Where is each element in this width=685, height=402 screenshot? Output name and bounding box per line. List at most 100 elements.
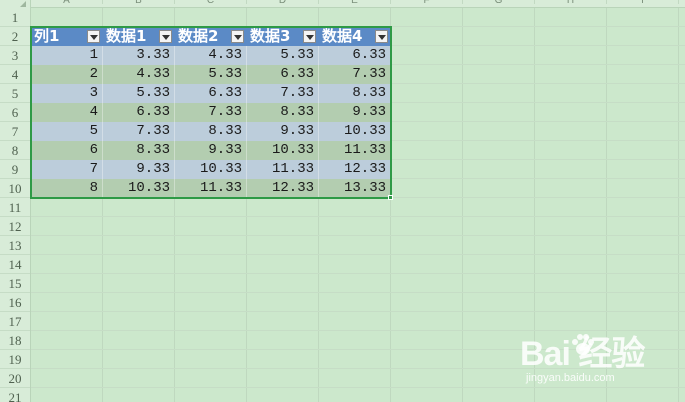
table-cell[interactable]: 5.33 [247,46,319,65]
grid-row-line [31,254,685,255]
data-table[interactable]: 列1 数据1 数据2 数据3 数据4 1 3.33 4.33 5.33 6.33 2 4.33 5.33… [31,27,391,198]
table-cell[interactable]: 5 [31,122,103,141]
column-header-i[interactable]: I [607,0,679,6]
table-cell[interactable]: 6.33 [319,46,391,65]
table-cell[interactable]: 10.33 [175,160,247,179]
table-row: 7 9.33 10.33 11.33 12.33 [31,160,391,179]
spreadsheet[interactable]: ABCDEFGHI 1 2 3 4 5 6 7 8 9 10 11 12 13 14 15 16 17 18 19 2… [0,0,685,402]
row-header-8[interactable]: 8 [0,141,30,160]
table-cell[interactable]: 4.33 [175,46,247,65]
table-row: 6 8.33 9.33 10.33 11.33 [31,141,391,160]
row-header-10[interactable]: 10 [0,179,30,198]
table-cell[interactable]: 9.33 [319,103,391,122]
row-header-21[interactable]: 21 [0,388,30,402]
column-header-h[interactable]: H [535,0,607,6]
table-row: 5 7.33 8.33 9.33 10.33 [31,122,391,141]
row-header-13[interactable]: 13 [0,236,30,255]
table-cell[interactable]: 11.33 [319,141,391,160]
row-header-19[interactable]: 19 [0,350,30,369]
row-header-11[interactable]: 11 [0,198,30,217]
table-cell[interactable]: 5.33 [103,84,175,103]
row-header-5[interactable]: 5 [0,84,30,103]
grid-row-line [31,311,685,312]
table-row: 8 10.33 11.33 12.33 13.33 [31,179,391,198]
grid-row-line [31,216,685,217]
column-header-d[interactable]: D [247,0,319,6]
table-cell[interactable]: 3 [31,84,103,103]
table-cell[interactable]: 1 [31,46,103,65]
table-row: 4 6.33 7.33 8.33 9.33 [31,103,391,122]
table-cell[interactable]: 9.33 [175,141,247,160]
row-header-14[interactable]: 14 [0,255,30,274]
baidu-jingyan-watermark: Bai 经验 jingyan.baidu.com [520,326,680,386]
table-row: 2 4.33 5.33 6.33 7.33 [31,65,391,84]
row-header-7[interactable]: 7 [0,122,30,141]
table-cell[interactable]: 2 [31,65,103,84]
table-cell[interactable]: 12.33 [319,160,391,179]
select-all-corner[interactable] [0,0,31,8]
table-cell[interactable]: 6.33 [103,103,175,122]
fill-handle[interactable] [388,195,393,200]
filter-dropdown-icon[interactable] [159,30,172,43]
filter-dropdown-icon[interactable] [87,30,100,43]
table-cell[interactable]: 11.33 [247,160,319,179]
table-row: 3 5.33 6.33 7.33 8.33 [31,84,391,103]
table-cell[interactable]: 12.33 [247,179,319,198]
row-header-20[interactable]: 20 [0,369,30,388]
filter-dropdown-icon[interactable] [231,30,244,43]
grid-row-line [31,273,685,274]
row-header-3[interactable]: 3 [0,46,30,65]
filter-dropdown-icon[interactable] [375,30,388,43]
paw-logo-icon [572,334,594,355]
grid-row-line [31,235,685,236]
filter-dropdown-icon[interactable] [303,30,316,43]
grid-row-line [31,387,685,388]
row-header-bar: 1 2 3 4 5 6 7 8 9 10 11 12 13 14 15 16 17 18 19 20 21 [0,8,31,402]
table-cell[interactable]: 4.33 [103,65,175,84]
table-cell[interactable]: 8.33 [319,84,391,103]
table-cell[interactable]: 7.33 [319,65,391,84]
row-header-18[interactable]: 18 [0,331,30,350]
select-all-triangle-icon[interactable] [20,1,26,7]
table-cell[interactable]: 13.33 [319,179,391,198]
row-header-15[interactable]: 15 [0,274,30,293]
grid-column-line [462,8,463,402]
table-cell[interactable]: 8.33 [247,103,319,122]
table-cell[interactable]: 6.33 [247,65,319,84]
table-cell[interactable]: 6 [31,141,103,160]
row-header-1[interactable]: 1 [0,8,30,27]
table-cell[interactable]: 10.33 [319,122,391,141]
column-header-c[interactable]: C [175,0,247,6]
column-header-g[interactable]: G [463,0,535,6]
column-header-f[interactable]: F [391,0,463,6]
table-cell[interactable]: 3.33 [103,46,175,65]
row-header-12[interactable]: 12 [0,217,30,236]
row-header-16[interactable]: 16 [0,293,30,312]
watermark-url: jingyan.baidu.com [526,372,615,384]
row-header-17[interactable]: 17 [0,312,30,331]
table-cell[interactable]: 7 [31,160,103,179]
table-row: 1 3.33 4.33 5.33 6.33 [31,46,391,65]
table-cell[interactable]: 8.33 [103,141,175,160]
table-cell[interactable]: 8.33 [175,122,247,141]
table-cell[interactable]: 8 [31,179,103,198]
table-cell[interactable]: 9.33 [103,160,175,179]
table-cell[interactable]: 4 [31,103,103,122]
table-cell[interactable]: 7.33 [103,122,175,141]
table-cell[interactable]: 6.33 [175,84,247,103]
row-header-4[interactable]: 4 [0,65,30,84]
table-cell[interactable]: 10.33 [103,179,175,198]
row-header-2[interactable]: 2 [0,27,30,46]
column-header-a[interactable]: A [31,0,103,6]
table-cell[interactable]: 7.33 [175,103,247,122]
table-cell[interactable]: 10.33 [247,141,319,160]
table-header-row: 列1 数据1 数据2 数据3 数据4 [31,27,391,46]
table-cell[interactable]: 9.33 [247,122,319,141]
row-header-6[interactable]: 6 [0,103,30,122]
column-header-b[interactable]: B [103,0,175,6]
row-header-9[interactable]: 9 [0,160,30,179]
table-cell[interactable]: 5.33 [175,65,247,84]
column-header-e[interactable]: E [319,0,391,6]
table-cell[interactable]: 7.33 [247,84,319,103]
table-cell[interactable]: 11.33 [175,179,247,198]
